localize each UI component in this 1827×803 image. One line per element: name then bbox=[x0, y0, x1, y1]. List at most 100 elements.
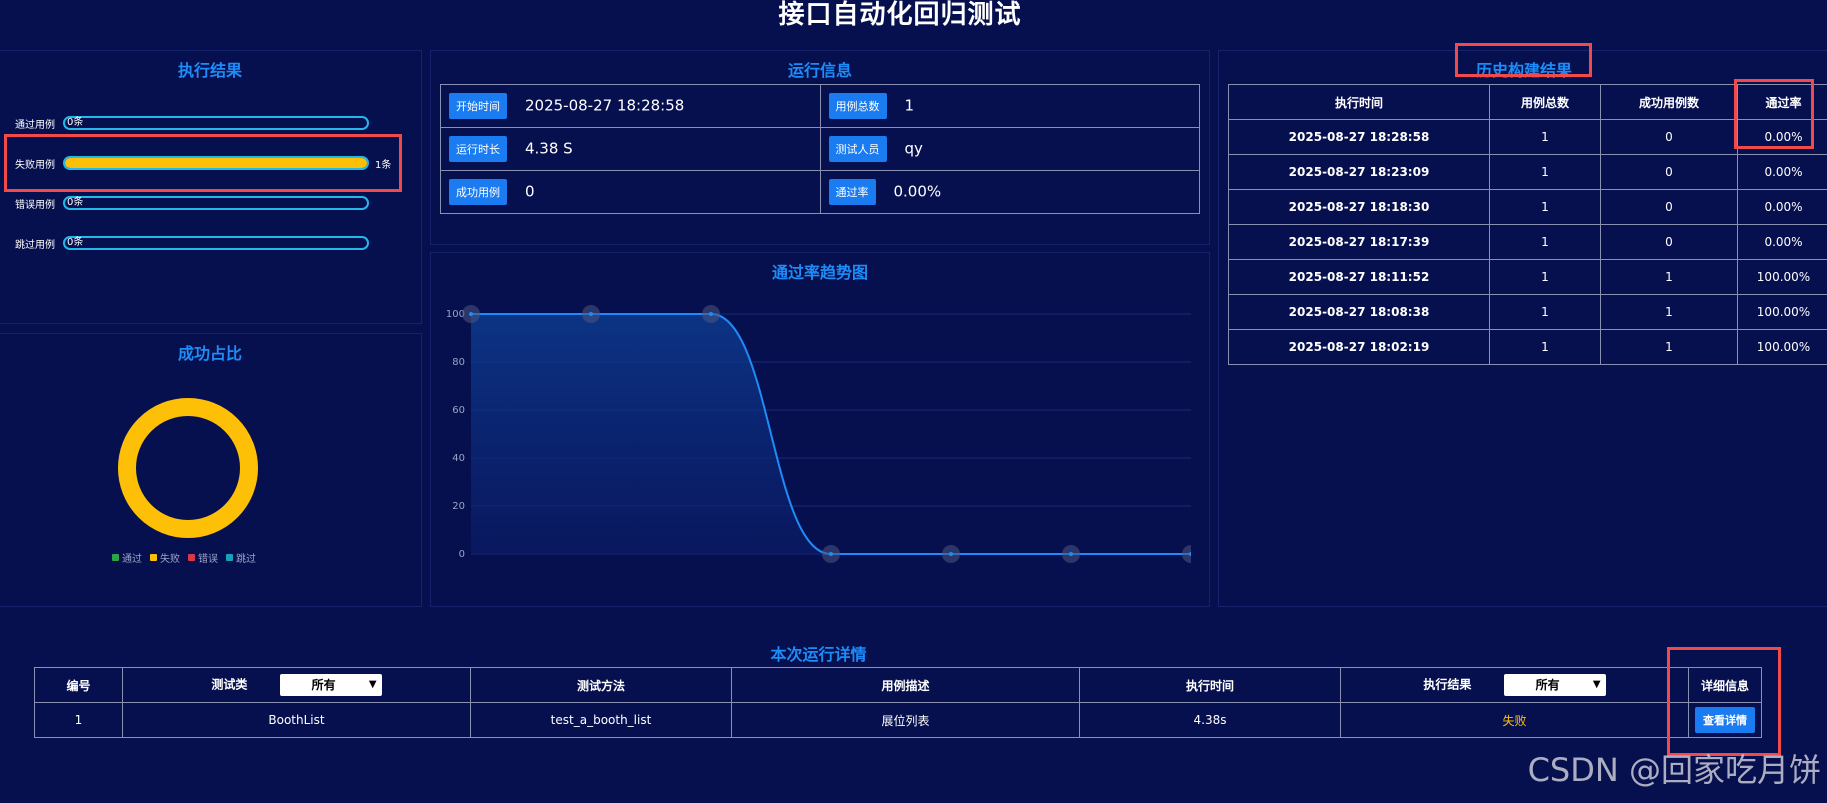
run-info-table: 开始时间 2025-08-27 18:28:58 用例总数 1 运行时长 4.38 S… bbox=[440, 84, 1200, 214]
start-time-value: 2025-08-27 18:28:58 bbox=[525, 96, 685, 115]
trend-point-core bbox=[469, 312, 473, 316]
donut-chart bbox=[118, 398, 258, 538]
class-filter-select[interactable]: 所有 ▼ bbox=[279, 674, 382, 696]
total-cases-value: 1 bbox=[904, 96, 915, 115]
pass-rate-value: 0.00% bbox=[893, 182, 942, 201]
result-count: 0条 bbox=[67, 117, 84, 128]
history-total: 1 bbox=[1489, 224, 1601, 260]
details-header-result-label: 执行结果 bbox=[1423, 677, 1472, 692]
details-header-desc: 用例描述 bbox=[731, 667, 1080, 703]
result-progress-bar: 0条 bbox=[63, 116, 369, 130]
detail-method: test_a_booth_list bbox=[470, 702, 732, 738]
result-filter-select[interactable]: 所有 ▼ bbox=[1503, 674, 1606, 696]
history-success: 1 bbox=[1600, 259, 1738, 295]
history-pass-rate: 0.00% bbox=[1737, 189, 1827, 225]
table-row: 1 BoothList test_a_booth_list 展位列表 4.38s… bbox=[34, 702, 1762, 738]
history-success: 1 bbox=[1600, 294, 1738, 330]
detail-result: 失败 bbox=[1502, 713, 1527, 728]
trend-point-core bbox=[589, 312, 593, 316]
history-header-total: 用例总数 bbox=[1489, 84, 1601, 120]
details-header-id: 编号 bbox=[34, 667, 123, 703]
duration-value: 4.38 S bbox=[525, 139, 573, 158]
y-tick-label: 0 bbox=[459, 549, 465, 560]
history-total: 1 bbox=[1489, 189, 1601, 225]
table-row: 2025-08-27 18:18:30 1 0 0.00% bbox=[1228, 189, 1827, 225]
trend-point-core bbox=[709, 312, 713, 316]
results-panel-title: 执行结果 bbox=[177, 61, 242, 80]
table-row: 2025-08-27 18:23:09 1 0 0.00% bbox=[1228, 154, 1827, 190]
total-cases-label: 用例总数 bbox=[828, 93, 887, 119]
detail-class: BoothList bbox=[122, 702, 471, 738]
legend-item-error: 错误 bbox=[188, 550, 218, 565]
result-row-skip: 跳过用例 0条 bbox=[15, 235, 369, 251]
details-header-result: 执行结果 所有 ▼ bbox=[1340, 667, 1689, 703]
history-time: 2025-08-27 18:08:38 bbox=[1228, 294, 1490, 330]
legend-item-fail: 失败 bbox=[150, 550, 180, 565]
trend-panel: 通过率趋势图 0 20 40 60 80 100 bbox=[430, 252, 1210, 607]
highlight-box-fail-row bbox=[4, 134, 402, 192]
details-header-row: 编号 测试类 所有 ▼ 测试方法 用例描述 执行时间 执行结果 所有 ▼ 详细信息 bbox=[34, 667, 1762, 703]
history-time: 2025-08-27 18:23:09 bbox=[1228, 154, 1490, 190]
run-info-title: 运行信息 bbox=[787, 61, 852, 80]
table-row: 2025-08-27 18:02:19 1 1 100.00% bbox=[1228, 329, 1827, 365]
history-total: 1 bbox=[1489, 294, 1601, 330]
details-header-class: 测试类 所有 ▼ bbox=[122, 667, 471, 703]
y-tick-label: 20 bbox=[452, 501, 465, 512]
legend-item-skip: 跳过 bbox=[226, 550, 256, 565]
table-row: 2025-08-27 18:17:39 1 0 0.00% bbox=[1228, 224, 1827, 260]
run-info-panel: 运行信息 开始时间 2025-08-27 18:28:58 用例总数 1 运行时长 4… bbox=[430, 50, 1210, 245]
history-time: 2025-08-27 18:17:39 bbox=[1228, 224, 1490, 260]
history-pass-rate: 0.00% bbox=[1737, 224, 1827, 260]
duration-label: 运行时长 bbox=[449, 136, 507, 162]
history-total: 1 bbox=[1489, 329, 1601, 365]
tester-label: 测试人员 bbox=[828, 136, 887, 162]
result-label: 通过用例 bbox=[15, 119, 55, 131]
history-time: 2025-08-27 18:18:30 bbox=[1228, 189, 1490, 225]
history-pass-rate: 0.00% bbox=[1737, 154, 1827, 190]
table-row: 2025-08-27 18:08:38 1 1 100.00% bbox=[1228, 294, 1827, 330]
start-time-label: 开始时间 bbox=[449, 93, 507, 119]
trend-point-core bbox=[829, 552, 833, 556]
result-label: 错误用例 bbox=[15, 199, 55, 211]
donut-legend: 通过 失败 错误 跳过 bbox=[112, 550, 256, 565]
result-row-error: 错误用例 0条 bbox=[15, 195, 369, 211]
result-label: 跳过用例 bbox=[15, 239, 55, 251]
trend-point-core bbox=[1069, 552, 1073, 556]
details-title: 本次运行详情 bbox=[770, 645, 867, 664]
result-count: 0条 bbox=[67, 237, 84, 248]
history-total: 1 bbox=[1489, 154, 1601, 190]
trend-point-core bbox=[949, 552, 953, 556]
table-row: 2025-08-27 18:11:52 1 1 100.00% bbox=[1228, 259, 1827, 295]
y-tick-label: 60 bbox=[452, 405, 465, 416]
pass-rate-label: 通过率 bbox=[828, 179, 876, 205]
y-tick-label: 80 bbox=[452, 357, 465, 368]
chevron-down-icon: ▼ bbox=[368, 679, 377, 690]
detail-id: 1 bbox=[34, 702, 123, 738]
history-success: 0 bbox=[1600, 154, 1738, 190]
watermark: CSDN @回家吃月饼 bbox=[1527, 751, 1821, 789]
history-time: 2025-08-27 18:02:19 bbox=[1228, 329, 1490, 365]
highlight-box-pass-rate-column bbox=[1734, 79, 1814, 149]
y-tick-label: 40 bbox=[452, 453, 465, 464]
details-header-method: 测试方法 bbox=[470, 667, 732, 703]
detail-time: 4.38s bbox=[1079, 702, 1341, 738]
success-cases-value: 0 bbox=[525, 182, 535, 201]
result-row-pass: 通过用例 0条 bbox=[15, 115, 369, 131]
trend-area bbox=[471, 314, 1191, 554]
history-time: 2025-08-27 18:11:52 bbox=[1228, 259, 1490, 295]
success-ratio-panel: 成功占比 通过 失败 错误 跳过 bbox=[0, 333, 422, 607]
history-time: 2025-08-27 18:28:58 bbox=[1228, 119, 1490, 155]
page-title: 接口自动化回归测试 bbox=[778, 0, 1022, 30]
history-success: 0 bbox=[1600, 189, 1738, 225]
history-total: 1 bbox=[1489, 259, 1601, 295]
history-pass-rate: 100.00% bbox=[1737, 329, 1827, 365]
history-pass-rate: 100.00% bbox=[1737, 294, 1827, 330]
success-ratio-title: 成功占比 bbox=[177, 344, 242, 363]
details-header-class-label: 测试类 bbox=[211, 677, 248, 692]
trend-chart: 020406080100 bbox=[446, 305, 1191, 563]
success-cases-label: 成功用例 bbox=[449, 179, 507, 205]
history-header-time: 执行时间 bbox=[1228, 84, 1490, 120]
history-header-success: 成功用例数 bbox=[1600, 84, 1738, 120]
result-progress-bar: 0条 bbox=[63, 196, 369, 210]
legend-item-pass: 通过 bbox=[112, 550, 142, 565]
